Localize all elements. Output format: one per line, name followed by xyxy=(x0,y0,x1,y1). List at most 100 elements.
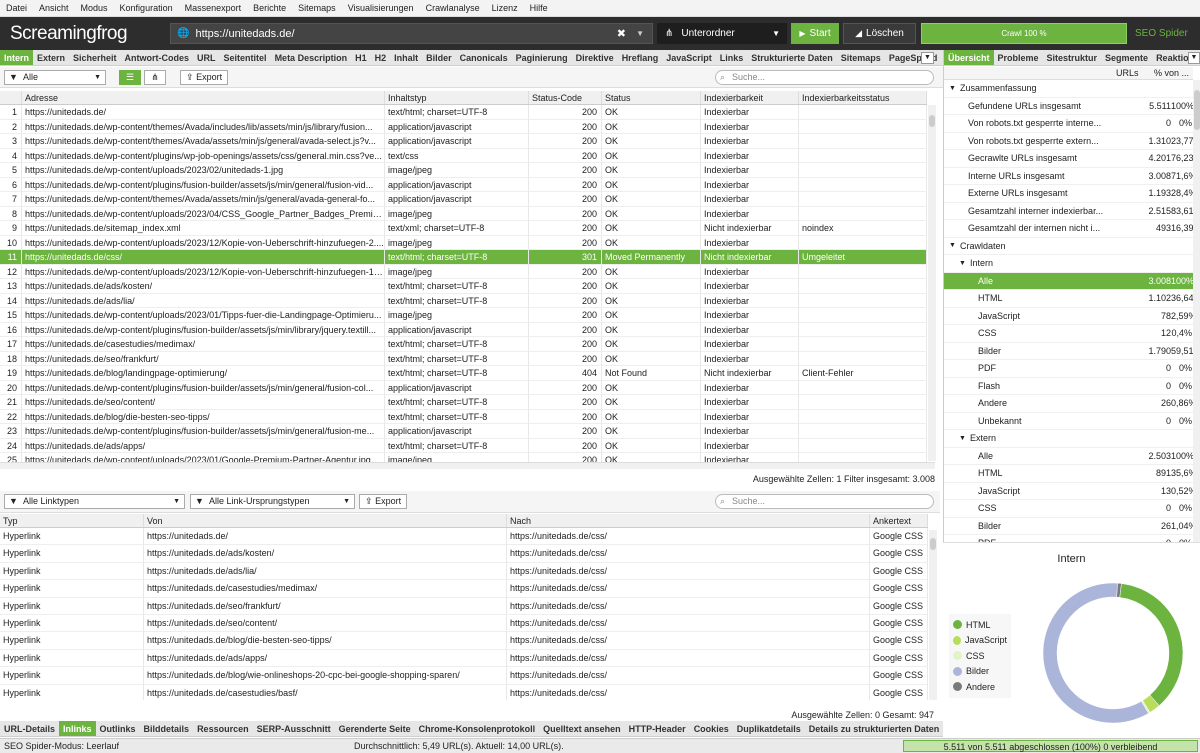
menu-item-0[interactable]: Datei xyxy=(6,3,27,13)
lower-export-button[interactable]: ⇪ Export xyxy=(359,494,408,509)
menu-item-6[interactable]: Sitemaps xyxy=(298,3,336,13)
column-header[interactable]: Adresse xyxy=(22,91,385,104)
table-row[interactable]: Hyperlink https://unitedads.de/casestudie… xyxy=(0,580,928,598)
column-header[interactable]: Indexierbarkeit xyxy=(701,91,799,104)
column-header[interactable]: Ankertext xyxy=(870,514,928,527)
overview-row[interactable]: PDF00% xyxy=(944,535,1193,542)
table-row[interactable]: 4 https://unitedads.de/wp-content/plugins… xyxy=(0,148,927,163)
table-row[interactable]: Hyperlink https://unitedads.de/https://un… xyxy=(0,528,928,546)
table-row[interactable]: 6 https://unitedads.de/wp-content/plugins… xyxy=(0,177,927,192)
tab-main_tabs-4[interactable]: URL xyxy=(193,50,220,65)
overview-row[interactable]: JavaScript 782,59% xyxy=(944,308,1193,325)
overview-scrollbar[interactable] xyxy=(1193,80,1200,542)
overview-row[interactable]: Alle 3.008 100% xyxy=(944,272,1193,290)
overview-row[interactable]: Von robots.txt gesperrte interne... 0 0% xyxy=(944,115,1193,133)
tab-main_tabs-9[interactable]: Inhalt xyxy=(390,50,422,65)
overview-group[interactable]: ▼ Intern xyxy=(944,255,1193,273)
overview-row[interactable]: HTML 1.10236,64% xyxy=(944,290,1193,308)
table-row[interactable]: 5 https://unitedads.de/wp-content/uploads… xyxy=(0,163,927,178)
scroll-thumb[interactable] xyxy=(930,538,936,550)
table-row[interactable]: 19 https://unitedads.de/blog/landingpage-… xyxy=(0,366,927,381)
tab-main_tabs-8[interactable]: H2 xyxy=(371,50,391,65)
column-header[interactable]: Von xyxy=(144,514,507,527)
tab-lower_tabs-8[interactable]: Quelltext ansehen xyxy=(539,721,625,736)
tab-main_tabs-7[interactable]: H1 xyxy=(351,50,371,65)
menu-item-7[interactable]: Visualisierungen xyxy=(348,3,414,13)
tab-main_tabs-13[interactable]: Direktive xyxy=(572,50,618,65)
table-row[interactable]: Hyperlink https://unitedads.de/blog/die-b… xyxy=(0,632,928,650)
overview-row[interactable]: CSS 12 0,4% xyxy=(944,325,1193,343)
overview-group[interactable]: ▼ Crawldaten xyxy=(944,238,1193,255)
table-row[interactable]: 12 https://unitedads.de/wp-content/upload… xyxy=(0,264,927,279)
right-tabs-overflow-button[interactable]: ▼ xyxy=(1188,52,1200,64)
chevron-down-icon[interactable]: ▼ xyxy=(636,29,644,38)
link-types-select[interactable]: ▼ Alle Linktypen ▼ xyxy=(4,494,185,509)
menu-item-1[interactable]: Ansicht xyxy=(39,3,69,13)
table-row[interactable]: 9 https://unitedads.de/sitemap_index.xml t… xyxy=(0,221,927,236)
column-header[interactable]: Status xyxy=(602,91,701,104)
table-row[interactable]: 24 https://unitedads.de/ads/apps/text/htm… xyxy=(0,438,927,453)
overview-row[interactable]: Interne URLs insgesamt 3.00871,6% xyxy=(944,168,1193,185)
tabs-overflow-button[interactable]: ▼ xyxy=(921,52,934,64)
overview-row[interactable]: PDF00% xyxy=(944,360,1193,378)
tab-right_tabs-1[interactable]: Probleme xyxy=(994,50,1043,65)
table-row[interactable]: 16 https://unitedads.de/wp-content/plugin… xyxy=(0,322,927,337)
table-row[interactable]: 2 https://unitedads.de/wp-content/themes/… xyxy=(0,119,927,134)
tab-lower_tabs-1[interactable]: Inlinks xyxy=(59,721,96,736)
overview-row[interactable]: Gecrawlte URLs insgesamt 4.20176,23% xyxy=(944,150,1193,168)
chevron-down-icon[interactable]: ▼ xyxy=(949,85,956,92)
menu-item-10[interactable]: Hilfe xyxy=(530,3,548,13)
tab-lower_tabs-11[interactable]: Duplikatdetails xyxy=(733,721,805,736)
overview-row[interactable]: Alle 2.503 100% xyxy=(944,448,1193,465)
column-header[interactable]: Status-Code xyxy=(529,91,602,104)
column-header[interactable]: Inhaltstyp xyxy=(385,91,529,104)
overview-row[interactable]: Gesamtzahl der internen nicht i... 493 16,… xyxy=(944,220,1193,238)
menu-item-5[interactable]: Berichte xyxy=(253,3,286,13)
search-input[interactable]: ⌕ Suche... xyxy=(715,70,934,85)
tab-lower_tabs-10[interactable]: Cookies xyxy=(690,721,733,736)
column-header[interactable] xyxy=(0,91,22,104)
table-row[interactable]: Hyperlink https://unitedads.de/casestudie… xyxy=(0,684,928,700)
main-table-scrollbar[interactable] xyxy=(928,105,936,461)
tab-main_tabs-11[interactable]: Canonicals xyxy=(456,50,512,65)
start-button[interactable]: ▶ Start xyxy=(791,23,839,44)
overview-row[interactable]: Bilder 1.79059,51% xyxy=(944,343,1193,360)
menu-item-2[interactable]: Modus xyxy=(81,3,108,13)
table-row[interactable]: 23 https://unitedads.de/wp-content/plugin… xyxy=(0,424,927,439)
overview-row[interactable]: Gefundene URLs insgesamt 5.511 100% xyxy=(944,98,1193,115)
scroll-thumb[interactable] xyxy=(1194,90,1200,130)
table-row[interactable]: 11 https://unitedads.de/css/text/html; ch… xyxy=(0,250,927,265)
table-row[interactable]: 3 https://unitedads.de/wp-content/themes/… xyxy=(0,134,927,149)
table-row[interactable]: Hyperlink https://unitedads.de/ads/lia/ht… xyxy=(0,562,928,581)
overview-row[interactable]: HTML 89135,6% xyxy=(944,465,1193,483)
tab-main_tabs-12[interactable]: Paginierung xyxy=(512,50,572,65)
table-row[interactable]: 21 https://unitedads.de/seo/content/text/… xyxy=(0,395,927,410)
tab-main_tabs-14[interactable]: Hreflang xyxy=(618,50,663,65)
table-row[interactable]: 1 https://unitedads.de/text/html; charset… xyxy=(0,105,927,120)
tab-lower_tabs-0[interactable]: URL-Details xyxy=(0,721,59,736)
menu-item-3[interactable]: Konfiguration xyxy=(120,3,173,13)
menu-item-8[interactable]: Crawlanalyse xyxy=(426,3,480,13)
overview-row[interactable]: Andere 260,86% xyxy=(944,395,1193,413)
overview-row[interactable]: Gesamtzahl interner indexierbar... 2.515 8… xyxy=(944,203,1193,220)
overview-row[interactable]: CSS 0 0% xyxy=(944,500,1193,518)
tab-right_tabs-2[interactable]: Sitestruktur xyxy=(1043,50,1102,65)
table-row[interactable]: 10 https://unitedads.de/wp-content/upload… xyxy=(0,235,927,250)
tab-lower_tabs-5[interactable]: SERP-Ausschnitt xyxy=(253,721,335,736)
tab-main_tabs-2[interactable]: Sicherheit xyxy=(69,50,121,65)
chevron-down-icon[interactable]: ▼ xyxy=(959,260,966,267)
menu-item-9[interactable]: Lizenz xyxy=(492,3,518,13)
overview-row[interactable]: JavaScript 130,52% xyxy=(944,483,1193,500)
tab-right_tabs-3[interactable]: Segmente xyxy=(1101,50,1152,65)
column-header[interactable]: Typ xyxy=(0,514,144,527)
clear-button[interactable]: ◢ Löschen xyxy=(843,23,916,44)
tab-main_tabs-15[interactable]: JavaScript xyxy=(662,50,716,65)
tab-main_tabs-18[interactable]: Sitemaps xyxy=(837,50,885,65)
lower-search-input[interactable]: ⌕ Suche... xyxy=(715,494,934,509)
clear-url-icon[interactable]: ✖ xyxy=(617,27,626,40)
chevron-down-icon[interactable]: ▼ xyxy=(959,435,966,442)
table-row[interactable]: Hyperlink https://unitedads.de/seo/frankf… xyxy=(0,597,928,615)
tab-lower_tabs-3[interactable]: Bilddetails xyxy=(140,721,194,736)
horizontal-scrollbar[interactable] xyxy=(0,462,935,469)
tab-main_tabs-3[interactable]: Antwort-Codes xyxy=(121,50,194,65)
